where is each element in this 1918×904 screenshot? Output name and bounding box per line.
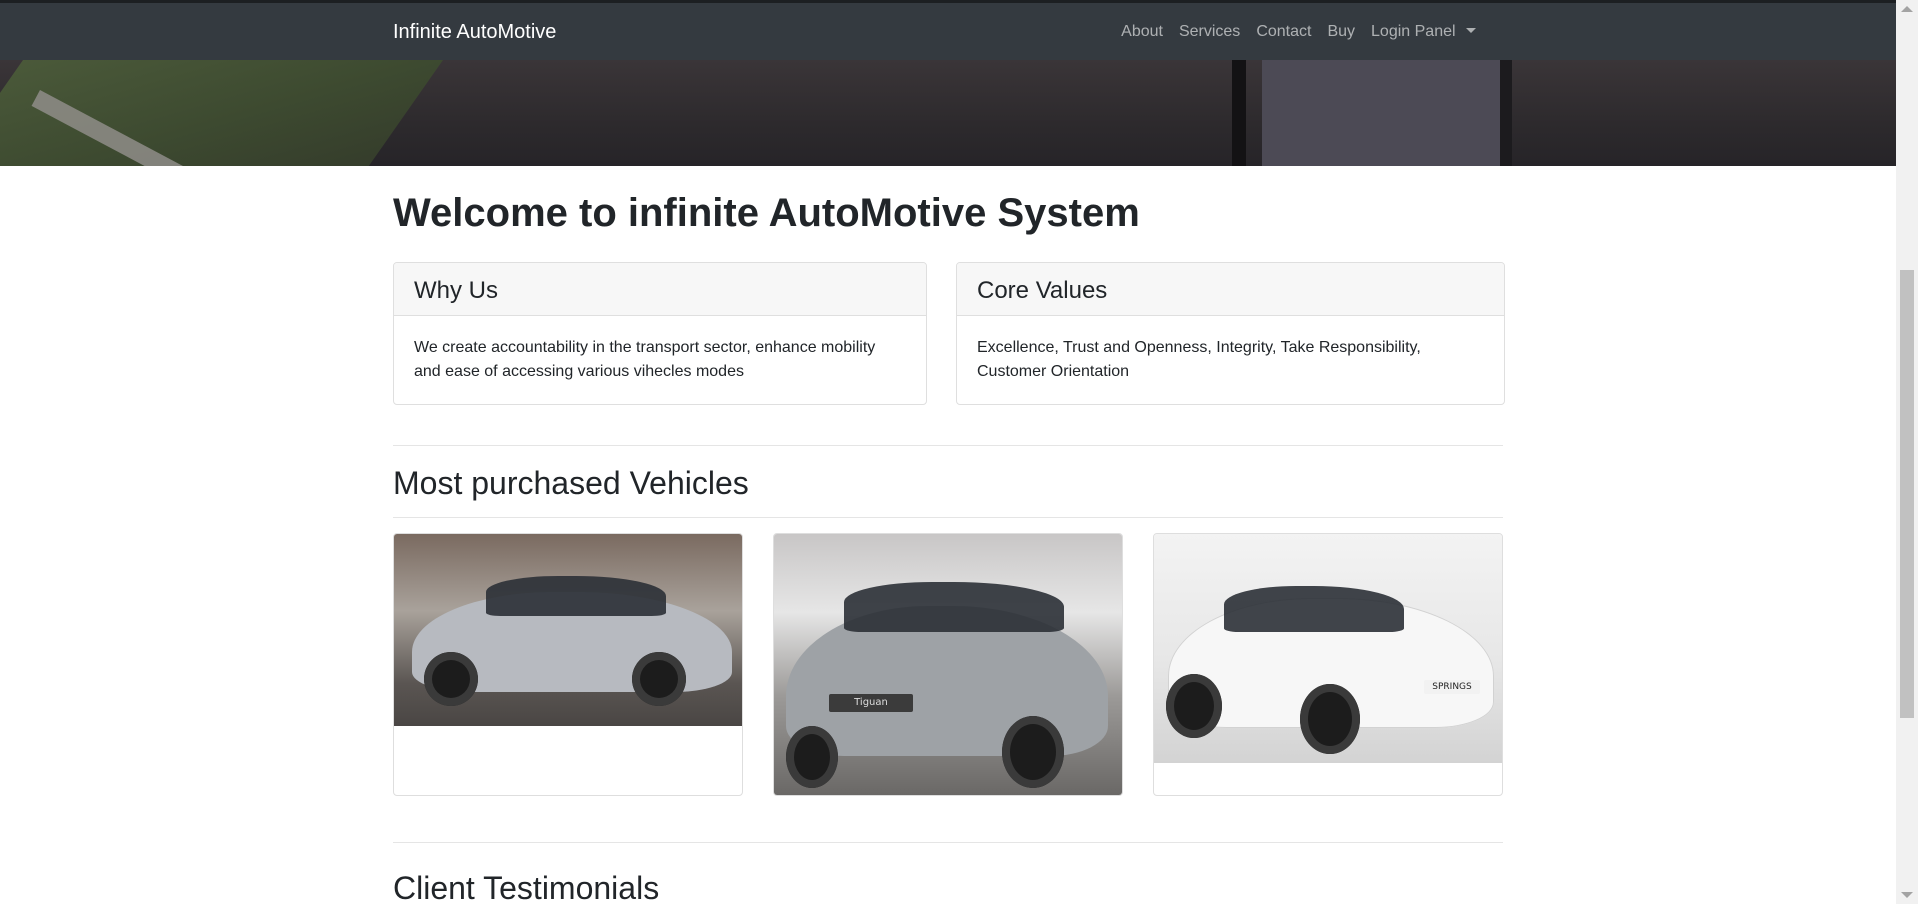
car-wheel [786, 726, 838, 788]
nav-links: About Services Contact Buy Login Panel [1121, 23, 1476, 41]
car-window [486, 576, 666, 616]
car-window [844, 582, 1064, 632]
section-divider [393, 517, 1503, 518]
car-wheel [1002, 716, 1064, 788]
caret-down-icon [1466, 28, 1476, 33]
scroll-up-icon[interactable] [1901, 6, 1913, 12]
nav-link-buy[interactable]: Buy [1327, 23, 1355, 41]
scroll-down-icon[interactable] [1901, 892, 1913, 898]
core-values-header: Core Values [957, 263, 1504, 316]
brand-link[interactable]: Infinite AutoMotive [393, 21, 556, 44]
vehicle-image-1 [394, 534, 742, 726]
why-us-card: Why Us We create accountability in the t… [393, 262, 927, 405]
vehicle-card-1[interactable] [393, 533, 743, 796]
vehicle-image-2: Tiguan [774, 534, 1122, 795]
core-values-body: Excellence, Trust and Openness, Integrit… [977, 339, 1421, 380]
testimonials-section-title: Client Testimonials [393, 870, 660, 904]
hero-panel [1262, 60, 1512, 166]
top-navbar: Infinite AutoMotive About Services Conta… [0, 3, 1896, 60]
car-wheel [424, 652, 478, 706]
login-panel-label: Login Panel [1371, 23, 1456, 40]
why-us-body: We create accountability in the transpor… [414, 339, 876, 380]
nav-link-services[interactable]: Services [1179, 23, 1240, 41]
section-divider [393, 445, 1503, 446]
core-values-card: Core Values Excellence, Trust and Openne… [956, 262, 1505, 405]
car-wheel [1166, 674, 1222, 738]
nav-link-contact[interactable]: Contact [1256, 23, 1311, 41]
hero-banner-image [0, 60, 1896, 166]
dealer-plate: SPRINGS [1424, 680, 1480, 694]
vehicles-section-title: Most purchased Vehicles [393, 465, 749, 501]
hero-panel-edge [1500, 60, 1512, 166]
scrollbar-thumb[interactable] [1900, 270, 1914, 718]
car-wheel [1300, 684, 1360, 754]
car-wheel [632, 652, 686, 706]
license-plate: Tiguan [829, 694, 913, 712]
vehicle-card-2[interactable]: Tiguan [773, 533, 1123, 796]
why-us-header: Why Us [394, 263, 926, 316]
page-viewport: Infinite AutoMotive About Services Conta… [0, 0, 1896, 904]
vehicle-image-3: SPRINGS [1154, 534, 1502, 763]
welcome-title: Welcome to infinite AutoMotive System [393, 191, 1140, 235]
login-panel-dropdown[interactable]: Login Panel [1371, 23, 1476, 41]
window-top-border [0, 0, 1896, 3]
section-divider [393, 842, 1503, 843]
vertical-scrollbar[interactable] [1896, 0, 1918, 904]
vehicle-card-3[interactable]: SPRINGS [1153, 533, 1503, 796]
hero-pillar [1232, 60, 1246, 166]
nav-link-about[interactable]: About [1121, 23, 1163, 41]
car-window [1224, 586, 1404, 632]
